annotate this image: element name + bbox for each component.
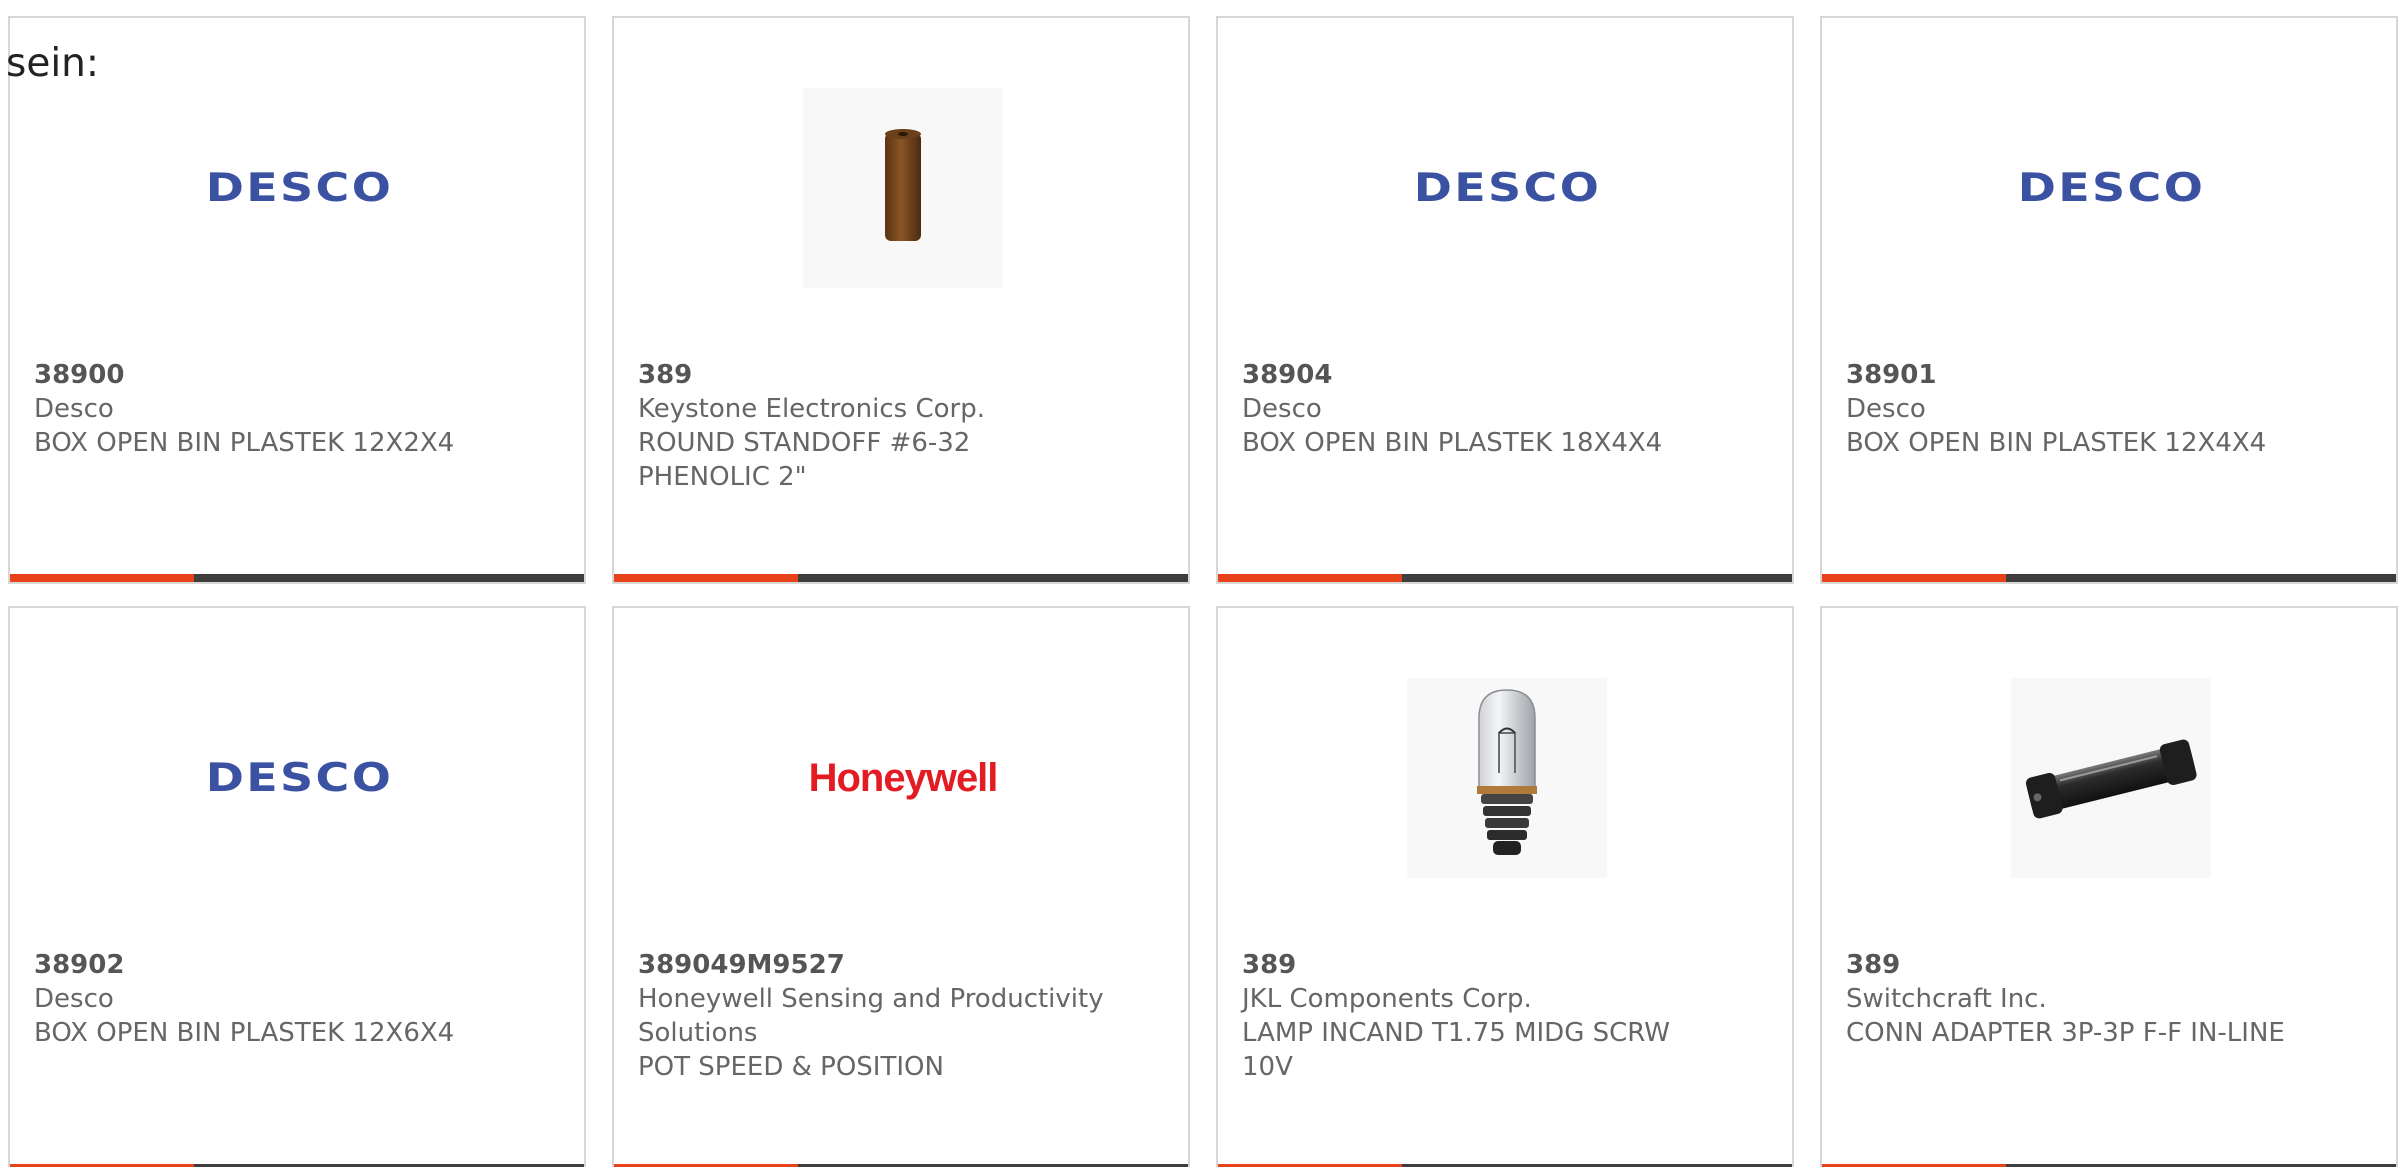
manufacturer: JKL Components Corp.: [1242, 984, 1532, 1014]
description: LAMP INCAND T1.75 MIDG SCRW 10V: [1242, 1018, 1670, 1082]
product-card[interactable]: DESCO 38902 Desco BOX OPEN BIN PLASTEK 12X6…: [8, 606, 586, 1167]
manufacturer: Desco: [1846, 394, 1926, 424]
intro-text: sein:: [6, 41, 100, 86]
desco-logo: DESCO: [1413, 165, 1601, 211]
product-card[interactable]: 389 JKL Components Corp. LAMP INCAND T1.75…: [1216, 606, 1794, 1167]
product-image[interactable]: DESCO: [2011, 88, 2211, 288]
product-info: 389 Keystone Electronics Corp. ROUND STAND…: [638, 358, 1108, 494]
product-card[interactable]: Honeywell 389049M9527 Honeywell Sensing an…: [612, 606, 1190, 1167]
description: CONN ADAPTER 3P-3P F-F IN-LINE: [1846, 1018, 2285, 1048]
card-bottom-bar: [1822, 574, 2396, 582]
description: POT SPEED & POSITION: [638, 1052, 944, 1082]
description: ROUND STANDOFF #6-32 PHENOLIC 2": [638, 428, 971, 492]
product-card[interactable]: DESCO 38900 Desco BOX OPEN BIN PLASTEK 12X2…: [8, 16, 586, 584]
description: BOX OPEN BIN PLASTEK 12X6X4: [34, 1018, 455, 1048]
part-number[interactable]: 38902: [34, 948, 504, 982]
card-accent-bar: [1822, 574, 2006, 582]
part-number[interactable]: 38901: [1846, 358, 2316, 392]
part-number[interactable]: 389: [1242, 948, 1712, 982]
card-accent-bar: [614, 574, 798, 582]
product-image[interactable]: [803, 88, 1003, 288]
card-accent-bar: [10, 574, 194, 582]
product-card[interactable]: DESCO 38901 Desco BOX OPEN BIN PLASTEK 12X4…: [1820, 16, 2398, 584]
part-number[interactable]: 389: [1846, 948, 2316, 982]
description: BOX OPEN BIN PLASTEK 12X4X4: [1846, 428, 2267, 458]
product-info: 38902 Desco BOX OPEN BIN PLASTEK 12X6X4: [34, 948, 504, 1050]
standoff-photo: [803, 88, 1003, 288]
product-card[interactable]: 389 Keystone Electronics Corp. ROUND STAND…: [612, 16, 1190, 584]
manufacturer: Honeywell Sensing and Productivity Solut…: [638, 984, 1104, 1048]
product-info: 389049M9527 Honeywell Sensing and Product…: [638, 948, 1108, 1084]
product-info: 38901 Desco BOX OPEN BIN PLASTEK 12X4X4: [1846, 358, 2316, 460]
product-image[interactable]: DESCO: [199, 88, 399, 288]
product-card[interactable]: DESCO 38904 Desco BOX OPEN BIN PLASTEK 18X4…: [1216, 16, 1794, 584]
product-image[interactable]: Honeywell: [803, 678, 1003, 878]
product-card[interactable]: 389 Switchcraft Inc. CONN ADAPTER 3P-3P F-…: [1820, 606, 2398, 1167]
manufacturer: Desco: [1242, 394, 1322, 424]
description: BOX OPEN BIN PLASTEK 12X2X4: [34, 428, 455, 458]
lamp-photo: [1407, 678, 1607, 878]
product-info: 389 Switchcraft Inc. CONN ADAPTER 3P-3P F-…: [1846, 948, 2316, 1050]
product-info: 38900 Desco BOX OPEN BIN PLASTEK 12X2X4: [34, 358, 504, 460]
manufacturer: Desco: [34, 984, 114, 1014]
part-number[interactable]: 38900: [34, 358, 504, 392]
part-number[interactable]: 38904: [1242, 358, 1712, 392]
manufacturer: Desco: [34, 394, 114, 424]
card-bottom-bar: [10, 574, 584, 582]
product-image[interactable]: DESCO: [1407, 88, 1607, 288]
desco-logo: DESCO: [205, 755, 393, 801]
results-page: sein: DESCO 38900 Desco BOX OPEN BIN PLASTE…: [0, 0, 2400, 1167]
part-number[interactable]: 389049M9527: [638, 948, 1108, 982]
desco-logo: DESCO: [205, 165, 393, 211]
description: BOX OPEN BIN PLASTEK 18X4X4: [1242, 428, 1663, 458]
manufacturer: Keystone Electronics Corp.: [638, 394, 986, 424]
product-info: 389 JKL Components Corp. LAMP INCAND T1.75…: [1242, 948, 1712, 1084]
adapter-photo: [2011, 678, 2211, 878]
manufacturer: Switchcraft Inc.: [1846, 984, 2047, 1014]
product-image[interactable]: DESCO: [199, 678, 399, 878]
product-image[interactable]: [1407, 678, 1607, 878]
card-bottom-bar: [614, 574, 1188, 582]
desco-logo: DESCO: [2017, 165, 2205, 211]
product-info: 38904 Desco BOX OPEN BIN PLASTEK 18X4X4: [1242, 358, 1712, 460]
honeywell-logo: Honeywell: [808, 755, 999, 800]
card-accent-bar: [1218, 574, 1402, 582]
part-number[interactable]: 389: [638, 358, 1108, 392]
card-bottom-bar: [1218, 574, 1792, 582]
product-image[interactable]: [2011, 678, 2211, 878]
